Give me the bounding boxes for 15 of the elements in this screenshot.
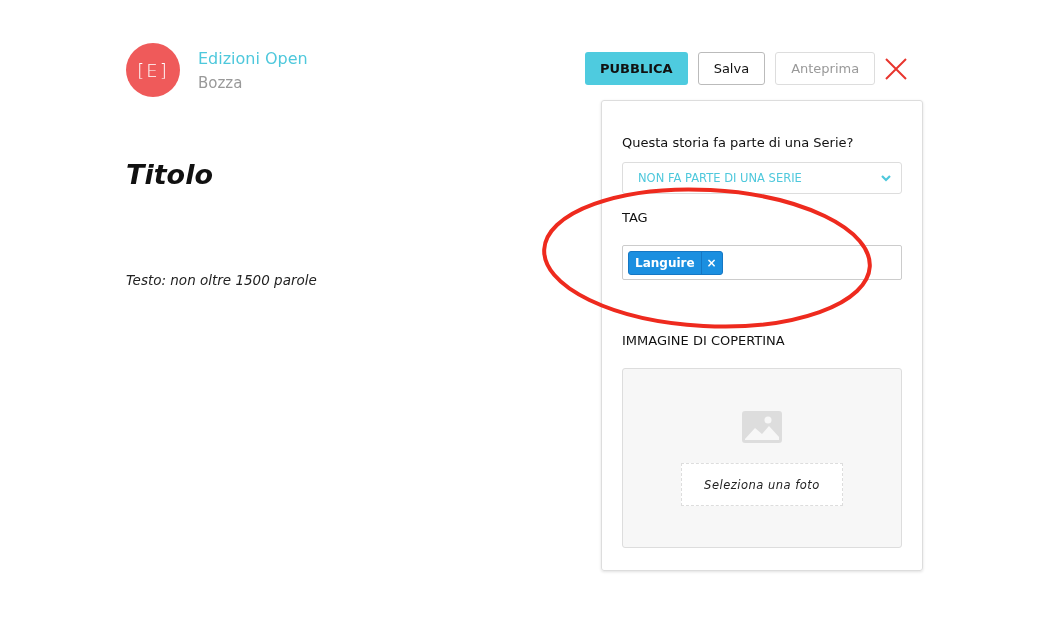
draft-status: Bozza <box>198 73 244 92</box>
title-field[interactable]: Titolo <box>126 159 585 190</box>
body-field[interactable]: Testo: non oltre 1500 parole <box>126 272 585 288</box>
publisher-name: Edizioni Open <box>198 48 308 68</box>
close-icon[interactable] <box>885 57 908 80</box>
image-icon <box>742 411 782 443</box>
action-button[interactable]: Salva <box>697 52 766 85</box>
tag-chip: Languire × <box>628 250 723 275</box>
cover-label: IMMAGINE DI COPERTINA <box>622 333 786 348</box>
logo: [E] <box>126 43 180 97</box>
publish-button[interactable]: PUBBLICA <box>585 52 688 85</box>
select-photo-button[interactable]: Seleziona una foto <box>681 463 843 506</box>
chevron-icon <box>881 174 891 182</box>
tag-label: TAG <box>622 210 649 225</box>
series-label: Questa storia fa parte di una Serie? <box>622 135 855 150</box>
